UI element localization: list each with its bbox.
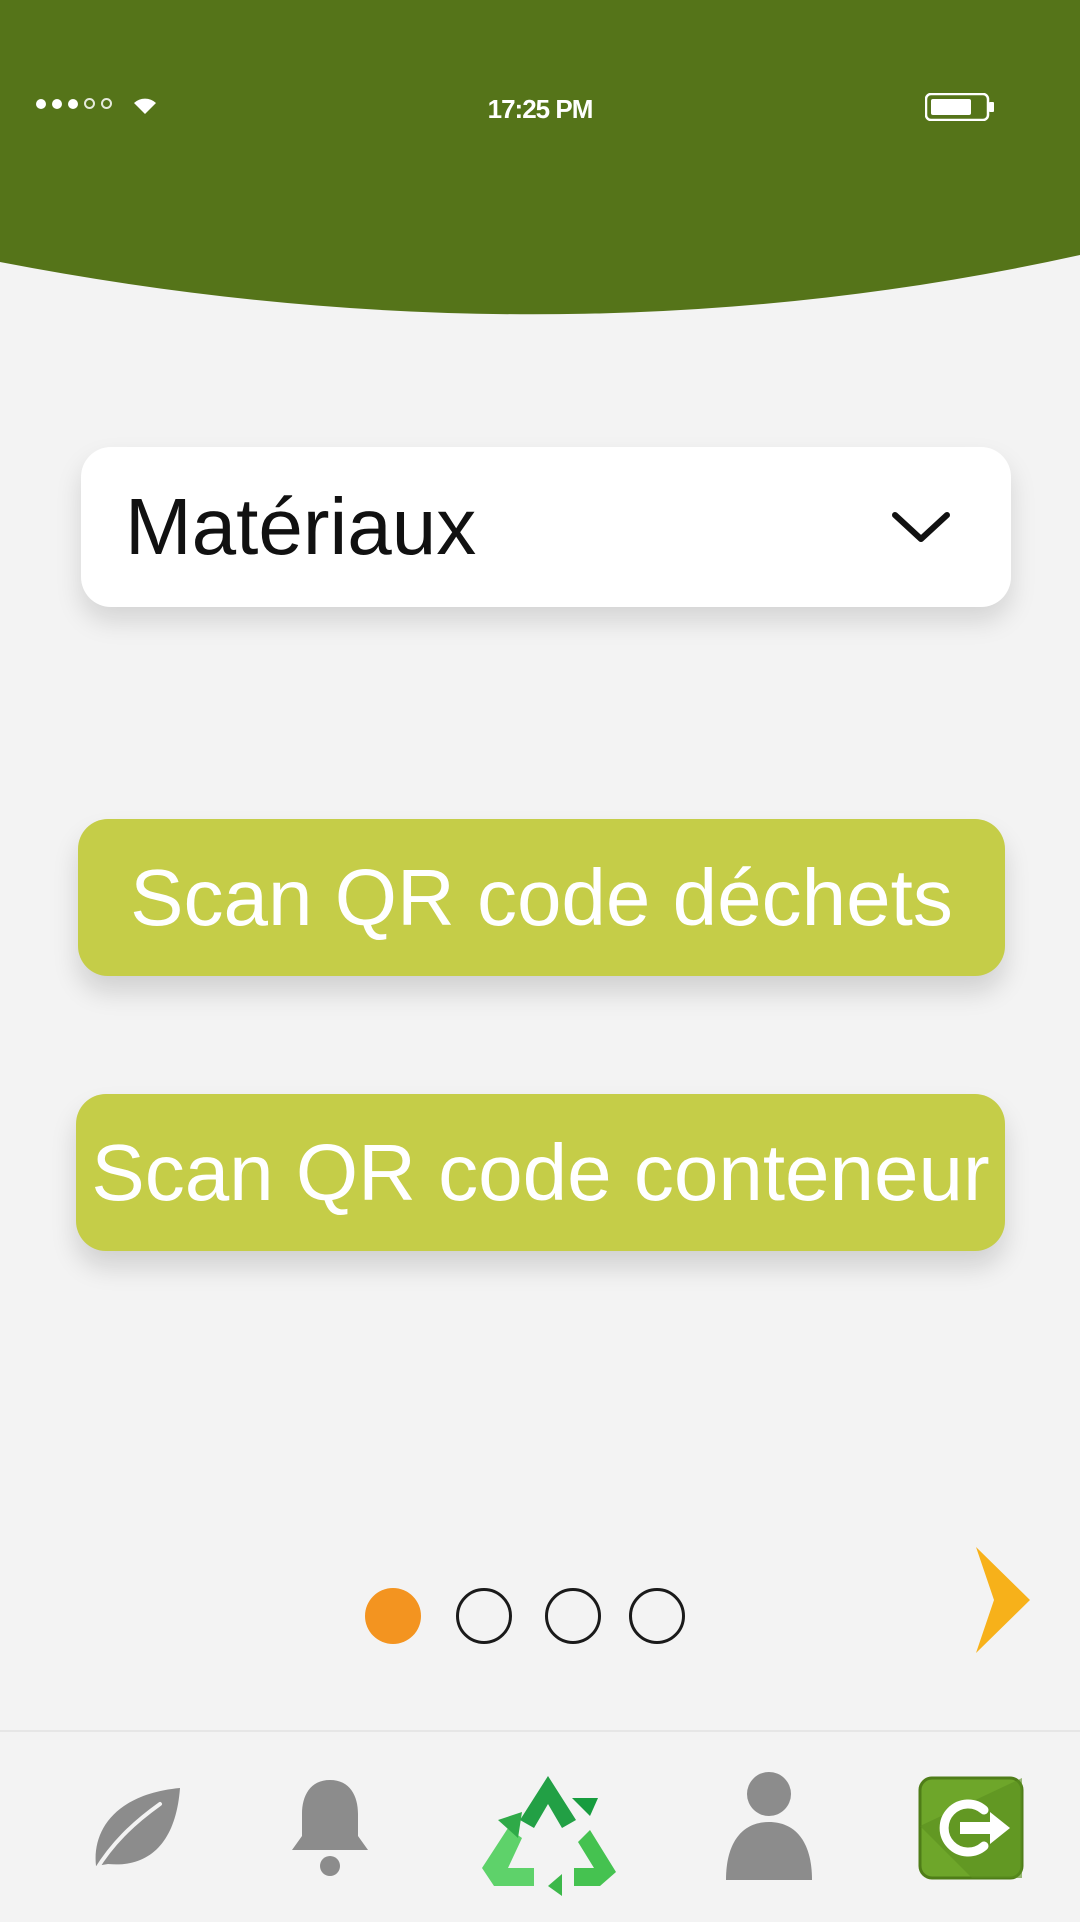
- status-time: 17:25 PM: [487, 94, 594, 124]
- page-dot-1[interactable]: [365, 1588, 421, 1644]
- status-bar: 17:25 PM: [0, 0, 1080, 220]
- page-dot-3[interactable]: [545, 1588, 601, 1644]
- material-select[interactable]: Matériaux: [81, 447, 1011, 607]
- logout-icon[interactable]: [918, 1776, 1024, 1880]
- material-select-value: Matériaux: [125, 482, 477, 571]
- next-arrow-icon[interactable]: [972, 1545, 1032, 1655]
- recycle-icon[interactable]: [478, 1768, 618, 1898]
- bottom-tab-bar: [0, 1730, 1080, 1922]
- page-indicator: [0, 1588, 1080, 1648]
- battery-icon: [925, 93, 994, 121]
- header-banner: 17:25 PM: [0, 0, 1080, 330]
- chevron-down-icon: [892, 512, 950, 542]
- user-icon[interactable]: [724, 1770, 814, 1882]
- page-dot-2[interactable]: [456, 1588, 512, 1644]
- scan-waste-qr-button[interactable]: Scan QR code déchets: [78, 819, 1005, 976]
- leaf-icon[interactable]: [88, 1780, 184, 1876]
- page-dot-4[interactable]: [629, 1588, 685, 1644]
- scan-container-qr-button[interactable]: Scan QR code conteneur: [76, 1094, 1005, 1251]
- bell-icon[interactable]: [288, 1774, 372, 1878]
